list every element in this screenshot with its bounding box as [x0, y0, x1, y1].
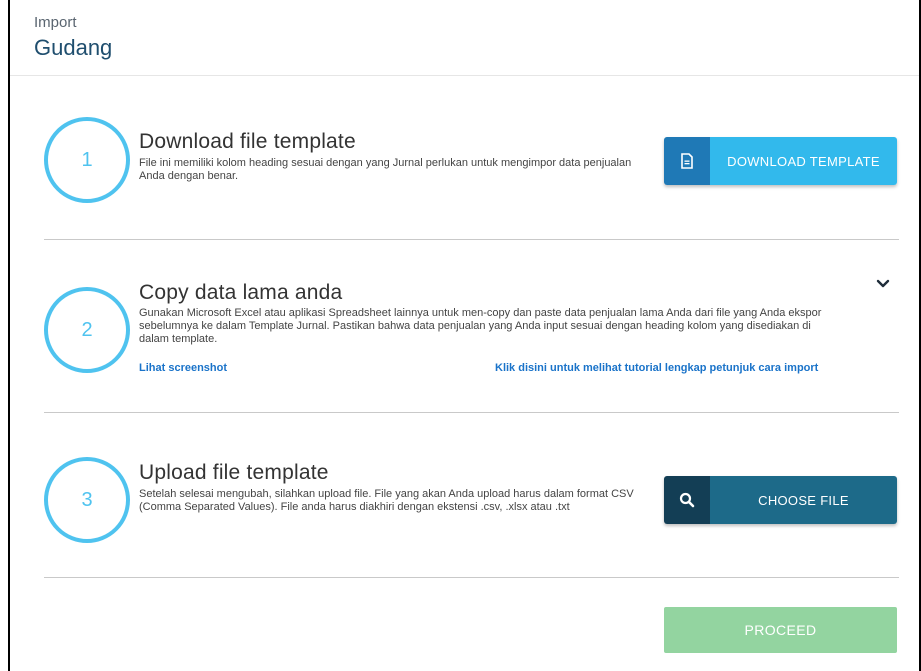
- download-template-button[interactable]: DOWNLOAD TEMPLATE: [664, 137, 897, 185]
- step-1-title: Download file template: [139, 130, 356, 153]
- choose-file-label: CHOOSE FILE: [710, 476, 897, 524]
- tutorial-link[interactable]: Klik disini untuk melihat tutorial lengk…: [495, 362, 818, 374]
- choose-file-button[interactable]: CHOOSE FILE: [664, 476, 897, 524]
- import-panel: Import Gudang 1 Download file template F…: [8, 0, 921, 671]
- step-2-title: Copy data lama anda: [139, 281, 343, 304]
- page-subtitle: Import: [34, 14, 77, 31]
- step-2-number-circle: 2: [44, 287, 130, 373]
- download-template-label: DOWNLOAD TEMPLATE: [710, 137, 897, 185]
- view-screenshot-link[interactable]: Lihat screenshot: [139, 362, 227, 374]
- divider: [44, 412, 899, 413]
- step-3-description: Setelah selesai mengubah, silahkan uploa…: [139, 488, 634, 513]
- page-title: Gudang: [34, 35, 113, 60]
- chevron-down-icon[interactable]: [876, 277, 890, 291]
- step-3-title: Upload file template: [139, 461, 329, 484]
- step-1-description: File ini memiliki kolom heading sesuai d…: [139, 157, 632, 182]
- proceed-button[interactable]: PROCEED: [664, 607, 897, 653]
- step-2-description: Gunakan Microsoft Excel atau aplikasi Sp…: [139, 307, 822, 345]
- divider: [44, 239, 899, 240]
- page-header: Import Gudang: [10, 0, 919, 76]
- search-icon: [664, 476, 710, 524]
- step-1-number-circle: 1: [44, 117, 130, 203]
- divider: [44, 577, 899, 578]
- step-3-number-circle: 3: [44, 457, 130, 543]
- document-icon: [664, 137, 710, 185]
